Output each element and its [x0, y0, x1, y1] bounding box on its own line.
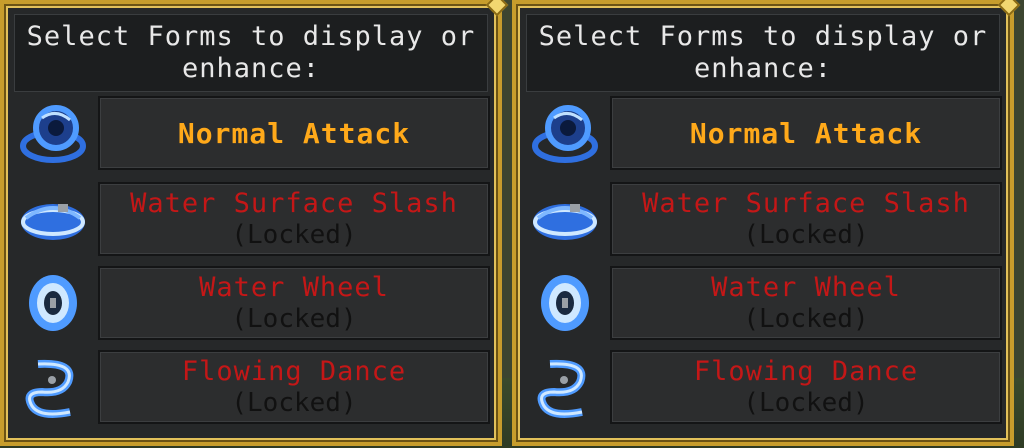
flowing-dance-icon: [537, 359, 586, 418]
form-button[interactable]: Normal Attack: [98, 96, 490, 170]
form-row-water-surface-slash[interactable]: Water Surface Slash (Locked): [530, 182, 1002, 256]
locked-label: (Locked): [743, 388, 869, 418]
panel-header: Select Forms to display or enhance:: [14, 14, 488, 92]
panel-header: Select Forms to display or enhance:: [526, 14, 1000, 92]
form-button[interactable]: Flowing Dance (Locked): [610, 350, 1002, 424]
form-row-water-wheel[interactable]: Water Wheel (Locked): [530, 266, 1002, 340]
water-wheel-icon: [29, 275, 77, 331]
water-wheel-icon: [541, 275, 589, 331]
swirl-slash-icon: [532, 105, 598, 163]
locked-label: (Locked): [743, 220, 869, 250]
form-name: Water Surface Slash: [642, 188, 970, 219]
form-button[interactable]: Water Wheel (Locked): [98, 266, 490, 340]
form-name: Normal Attack: [689, 116, 923, 150]
water-wave-icon: [533, 204, 597, 240]
form-name: Water Wheel: [199, 272, 389, 303]
locked-label: (Locked): [231, 220, 357, 250]
form-name: Flowing Dance: [693, 356, 919, 387]
flowing-dance-icon: [25, 359, 74, 418]
form-name: Flowing Dance: [181, 356, 407, 387]
forms-panel-left: Select Forms to display or enhance: Norm…: [0, 0, 509, 446]
form-row-flowing-dance[interactable]: Flowing Dance (Locked): [530, 350, 1002, 424]
form-button[interactable]: Flowing Dance (Locked): [98, 350, 490, 424]
form-button[interactable]: Water Surface Slash (Locked): [610, 182, 1002, 256]
form-row-normal-attack[interactable]: Normal Attack: [18, 96, 490, 170]
form-button[interactable]: Normal Attack: [610, 96, 1002, 170]
form-name: Normal Attack: [177, 116, 411, 150]
water-wave-icon: [21, 204, 85, 240]
form-row-water-wheel[interactable]: Water Wheel (Locked): [18, 266, 490, 340]
form-name: Water Surface Slash: [130, 188, 458, 219]
swirl-slash-icon: [20, 105, 86, 163]
forms-panel-right: Select Forms to display or enhance: Norm…: [512, 0, 1021, 446]
form-button[interactable]: Water Wheel (Locked): [610, 266, 1002, 340]
form-row-water-surface-slash[interactable]: Water Surface Slash (Locked): [18, 182, 490, 256]
form-name: Water Wheel: [711, 272, 901, 303]
form-button[interactable]: Water Surface Slash (Locked): [98, 182, 490, 256]
locked-label: (Locked): [743, 304, 869, 334]
corner-ornament-icon: [997, 0, 1021, 17]
form-row-normal-attack[interactable]: Normal Attack: [530, 96, 1002, 170]
locked-label: (Locked): [231, 388, 357, 418]
form-row-flowing-dance[interactable]: Flowing Dance (Locked): [18, 350, 490, 424]
corner-ornament-icon: [485, 0, 509, 17]
locked-label: (Locked): [231, 304, 357, 334]
